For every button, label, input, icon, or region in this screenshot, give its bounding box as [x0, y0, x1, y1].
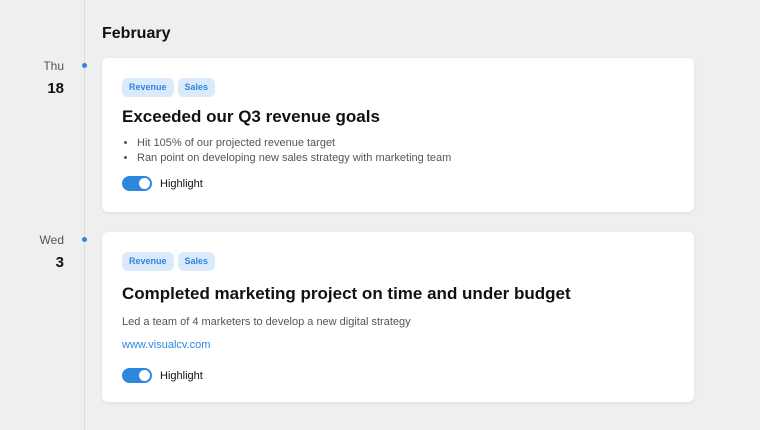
entry-bullet: Ran point on developing new sales strate…	[137, 151, 674, 166]
tag-sales[interactable]: Sales	[177, 252, 216, 271]
timeline-page: February Thu 18 Revenue Sales Exceeded o…	[0, 0, 760, 430]
entry-day-number: 18	[47, 80, 64, 97]
tag-list: Revenue Sales	[122, 78, 674, 97]
toggle-knob	[139, 178, 150, 189]
entry-day-of-week: Thu	[43, 59, 64, 73]
entry-bullet: Hit 105% of our projected revenue target	[137, 136, 674, 151]
timeline-dot	[82, 237, 87, 242]
entry-day-of-week: Wed	[39, 233, 64, 247]
entry-bullet-list: Hit 105% of our projected revenue target…	[122, 136, 674, 166]
entry-title: Exceeded our Q3 revenue goals	[122, 107, 380, 126]
highlight-label: Highlight	[160, 369, 203, 382]
tag-list: Revenue Sales	[122, 252, 674, 271]
entry-date: Wed 3	[0, 233, 64, 271]
entry-description: Led a team of 4 marketers to develop a n…	[122, 316, 411, 328]
tag-sales[interactable]: Sales	[177, 78, 216, 97]
highlight-row: Highlight	[122, 368, 674, 383]
timeline-dot	[82, 63, 87, 68]
entry-day-number: 3	[55, 254, 64, 271]
highlight-toggle[interactable]	[122, 176, 152, 191]
entry-date: Thu 18	[0, 59, 64, 97]
highlight-toggle[interactable]	[122, 368, 152, 383]
entry-link[interactable]: www.visualcv.com	[122, 338, 210, 352]
toggle-knob	[139, 370, 150, 381]
timeline-entry-card[interactable]: Revenue Sales Exceeded our Q3 revenue go…	[102, 58, 694, 212]
tag-revenue[interactable]: Revenue	[122, 78, 174, 97]
highlight-row: Highlight	[122, 176, 674, 191]
tag-revenue[interactable]: Revenue	[122, 252, 174, 271]
highlight-label: Highlight	[160, 177, 203, 190]
entry-title: Completed marketing project on time and …	[122, 284, 571, 303]
month-heading: February	[102, 25, 171, 42]
timeline-entry-card[interactable]: Revenue Sales Completed marketing projec…	[102, 232, 694, 402]
